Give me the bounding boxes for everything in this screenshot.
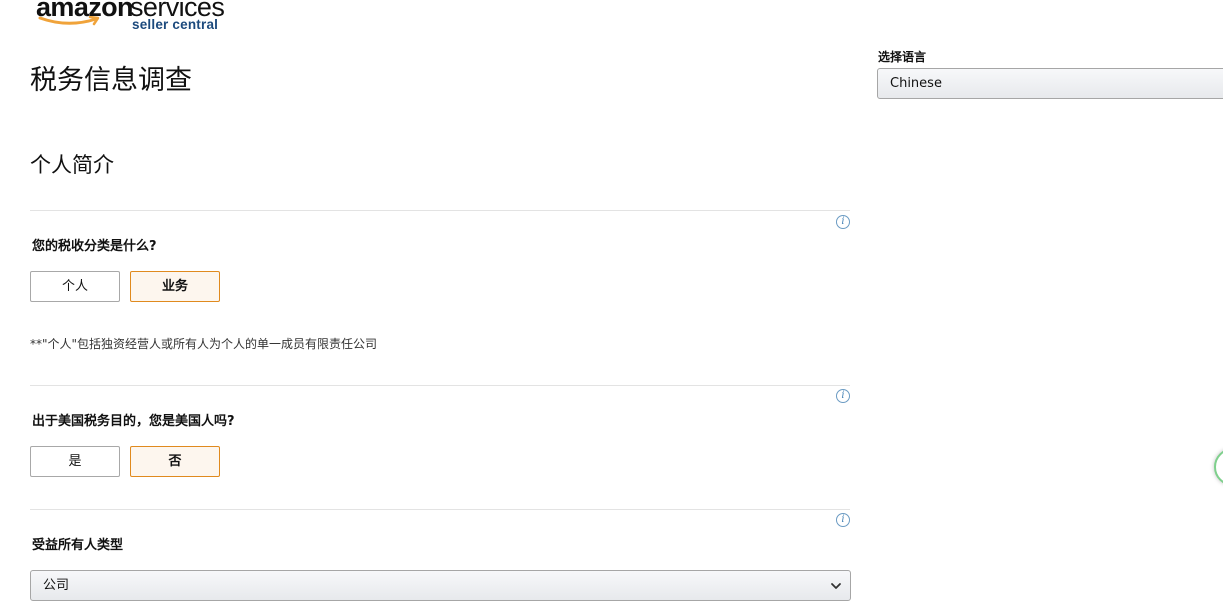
language-select[interactable]: Chinese <box>877 68 1223 99</box>
logo-seller-central-text: seller central <box>132 17 219 32</box>
tax-interview-page: amazon services seller central 税务信息调查 选择… <box>0 0 1223 603</box>
individual-note: **"个人"包括独资经营人或所有人为个人的单一成员有限责任公司 <box>30 337 378 351</box>
info-icon[interactable]: i <box>836 215 850 229</box>
divider <box>30 385 850 386</box>
beneficial-owner-label: 受益所有人类型 <box>32 538 124 553</box>
beneficial-owner-selected-value: 公司 <box>43 578 70 593</box>
no-button[interactable]: 否 <box>130 446 220 477</box>
info-icon[interactable]: i <box>836 513 850 527</box>
help-chat-button[interactable] <box>1214 448 1223 486</box>
page-title: 税务信息调查 <box>30 65 192 96</box>
language-label: 选择语言 <box>878 50 927 64</box>
language-selected-value: Chinese <box>890 76 942 91</box>
divider <box>30 210 850 211</box>
amazon-smile-icon <box>38 16 100 26</box>
chevron-down-icon <box>831 583 841 589</box>
business-button[interactable]: 业务 <box>130 271 220 302</box>
section-title: 个人简介 <box>30 153 114 177</box>
individual-button[interactable]: 个人 <box>30 271 120 302</box>
tax-classification-label: 您的税收分类是什么? <box>32 239 157 254</box>
us-person-label: 出于美国税务目的，您是美国人吗? <box>32 414 235 429</box>
beneficial-owner-select[interactable]: 公司 <box>30 570 851 601</box>
info-icon[interactable]: i <box>836 389 850 403</box>
yes-button[interactable]: 是 <box>30 446 120 477</box>
divider <box>30 509 850 510</box>
amazon-services-logo[interactable]: amazon services seller central <box>36 0 226 36</box>
